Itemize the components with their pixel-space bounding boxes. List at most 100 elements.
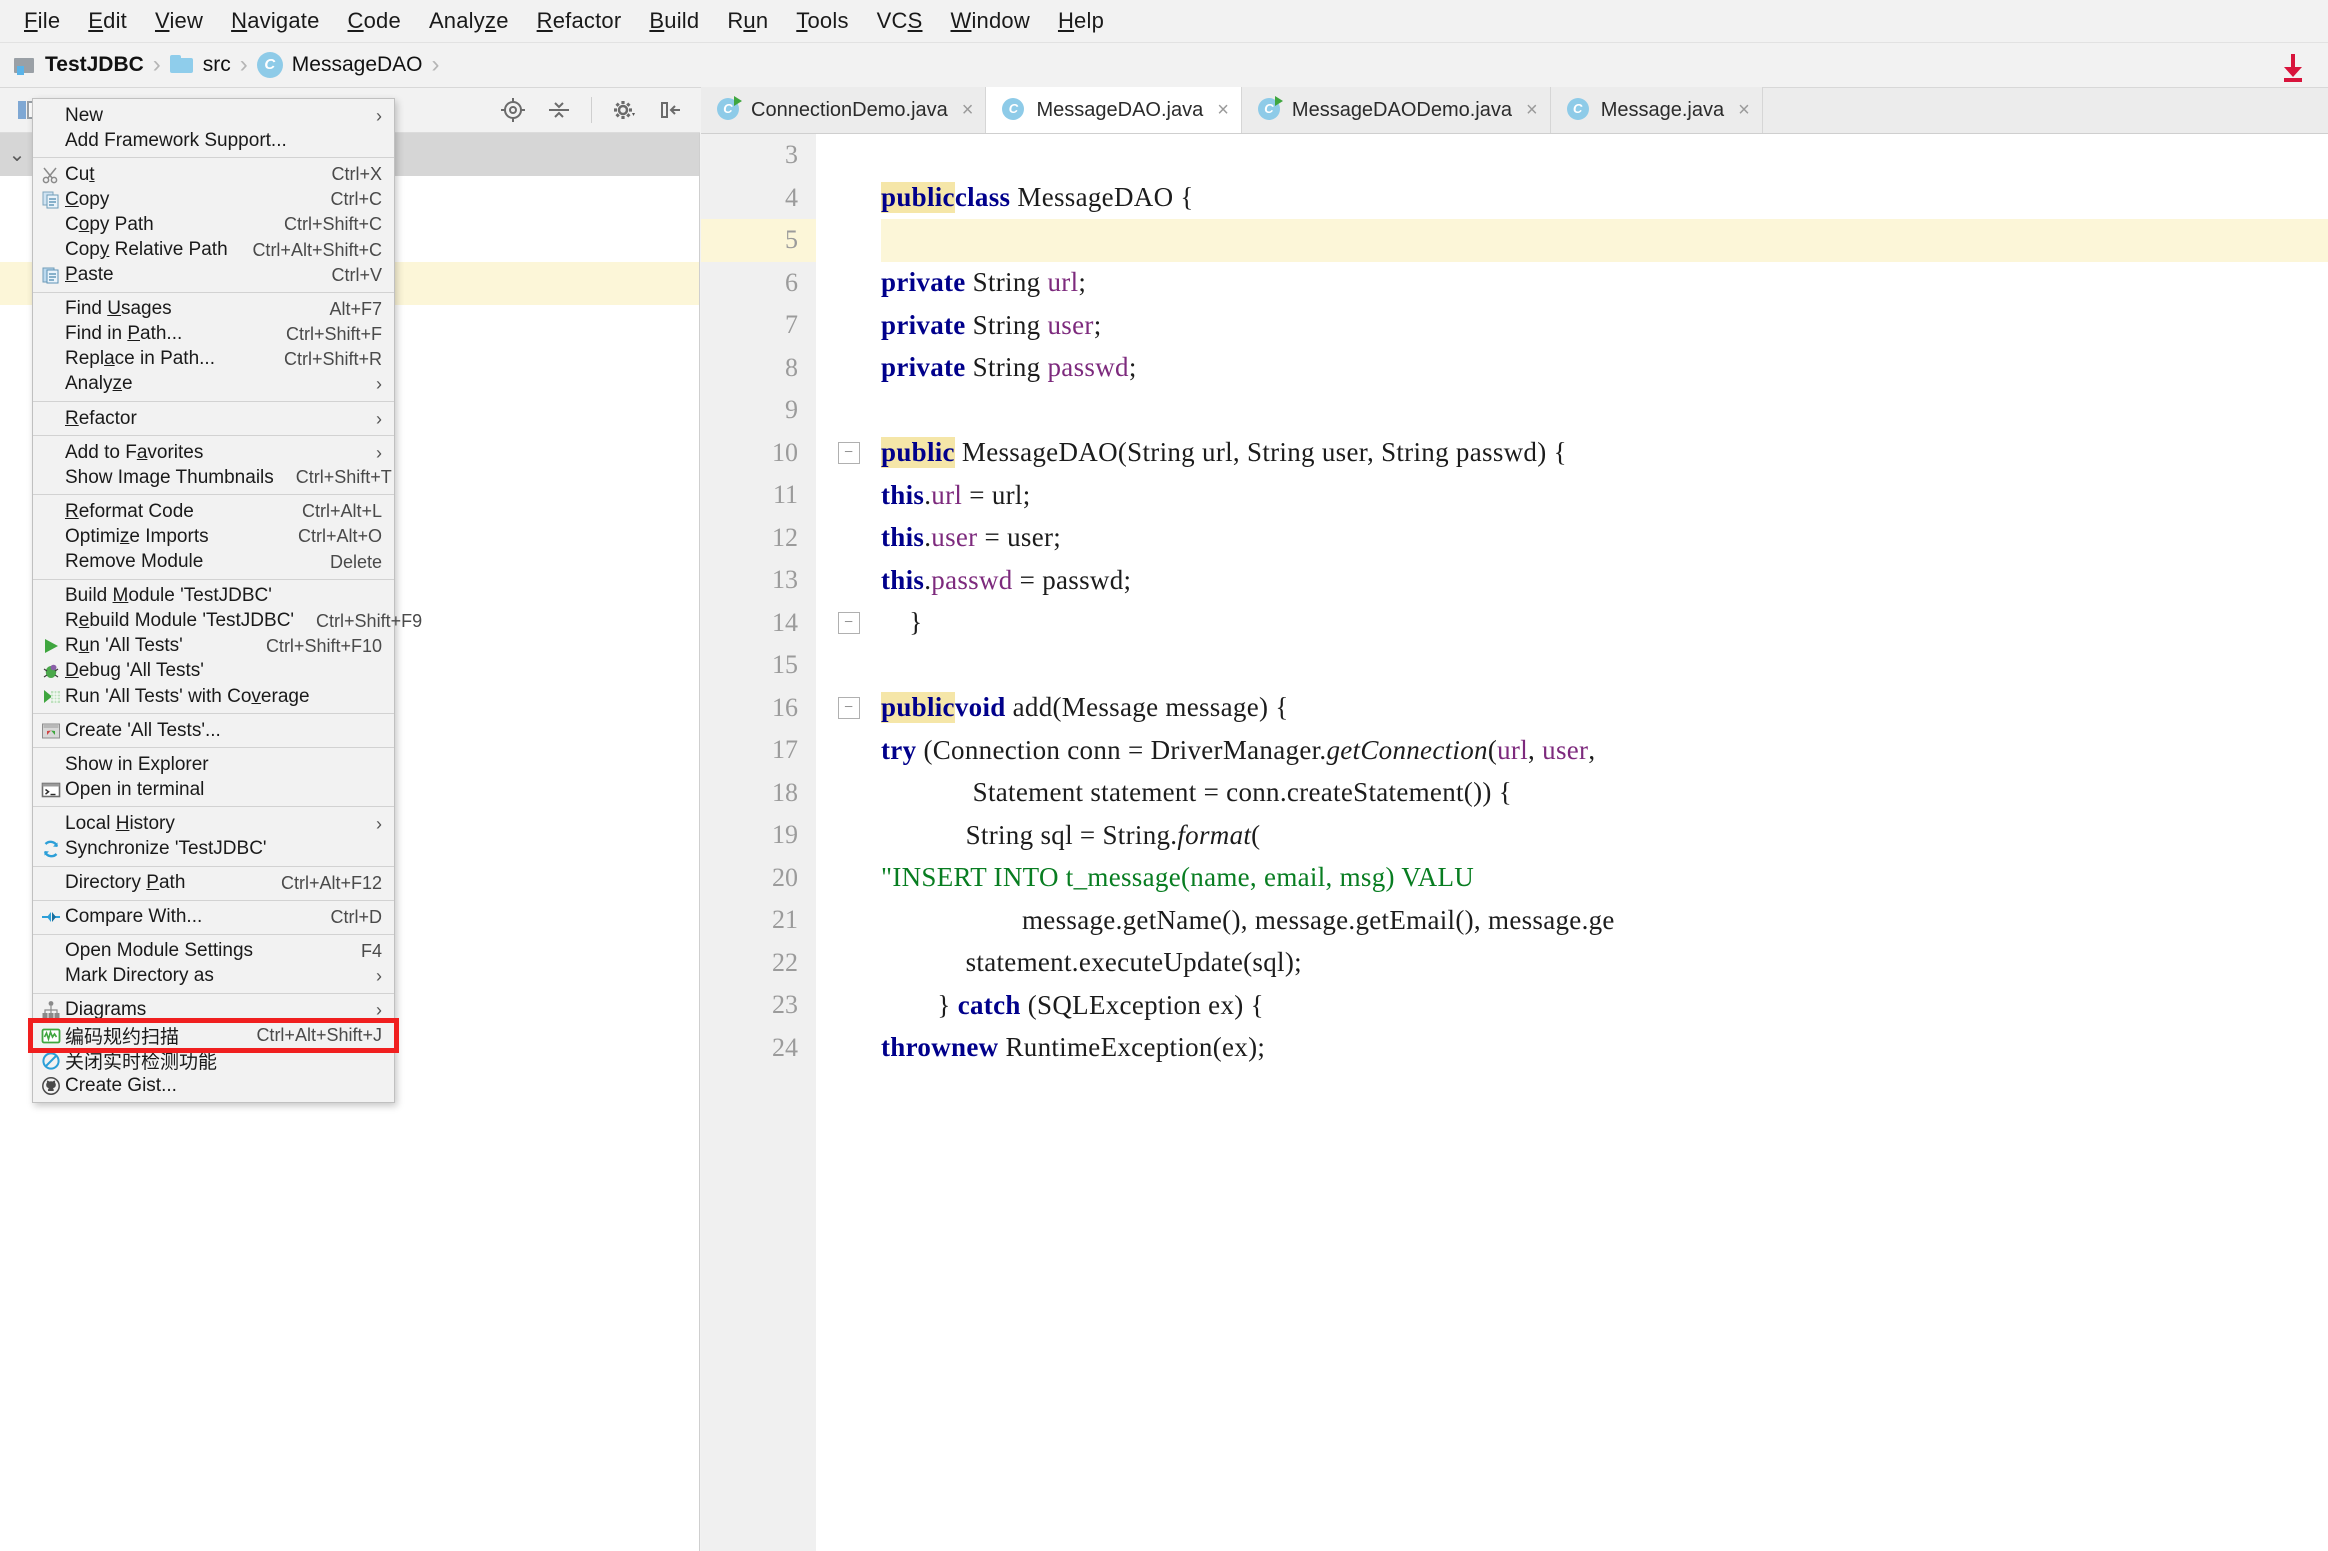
fold-marker-cell[interactable] [816,984,881,1027]
fold-marker-cell[interactable] [816,516,881,559]
context-menu-item-create-all-tests[interactable]: Create 'All Tests'... [33,718,394,743]
fold-collapse-icon[interactable]: − [837,696,860,719]
menubar-item-analyze[interactable]: Analyze [415,6,523,36]
code-editor[interactable]: 3 4 public class MessageDAO {5 6 private … [701,134,2328,1551]
context-menu-item-find-in-path[interactable]: Find in Path... Ctrl+Shift+F [33,322,394,347]
fold-marker-cell[interactable] [816,814,881,857]
close-icon[interactable]: × [1217,99,1229,122]
context-menu-item-run-all-tests[interactable]: Run 'All Tests' Ctrl+Shift+F10 [33,634,394,659]
context-menu-item-refactor[interactable]: Refactor › [33,406,394,431]
context-menu-item-diagrams[interactable]: Diagrams › [33,998,394,1023]
menubar-item-file[interactable]: File [10,6,74,36]
context-menu-item-mark-directory-as[interactable]: Mark Directory as › [33,964,394,989]
fold-marker-cell[interactable]: − [816,431,881,474]
fold-marker-cell[interactable] [816,261,881,304]
close-icon[interactable]: × [962,99,974,122]
menubar-item-run[interactable]: Run [713,6,782,36]
context-menu-item-analyze[interactable]: Analyze › [33,372,394,397]
fold-marker-cell[interactable] [816,474,881,517]
chevron-down-icon[interactable]: ⌄ [6,144,28,166]
context-menu-item-show-image-thumbnails[interactable]: Show Image Thumbnails Ctrl+Shift+T [33,465,394,490]
editor-tab-connectiondemo[interactable]: C ConnectionDemo.java × [701,87,987,133]
fold-marker-cell[interactable] [816,304,881,347]
fold-marker-cell[interactable] [816,1026,881,1069]
context-menu-item-directory-path[interactable]: Directory Path Ctrl+Alt+F12 [33,871,394,896]
fold-collapse-icon[interactable]: − [837,441,860,464]
context-menu-item-new[interactable]: New › [33,103,394,128]
menubar-item-view[interactable]: View [141,6,217,36]
context-menu-item-remove-module[interactable]: Remove Module Delete [33,550,394,575]
context-menu-item-label: Analyze [65,373,133,395]
line-number: 7 [701,304,816,347]
context-menu-item-copy-path[interactable]: Copy Path Ctrl+Shift+C [33,212,394,237]
menu-separator [33,806,394,808]
context-menu-item-replace-in-path[interactable]: Replace in Path... Ctrl+Shift+R [33,347,394,372]
context-menu-item-copy-relative-path[interactable]: Copy Relative Path Ctrl+Alt+Shift+C [33,237,394,262]
context-menu-item-find-usages[interactable]: Find Usages Alt+F7 [33,297,394,322]
context-menu-item-open-module-settings[interactable]: Open Module Settings F4 [33,939,394,964]
breadcrumb-item-messagedao[interactable]: C MessageDAO [256,43,423,87]
context-menu-item-item[interactable]: 编码规约扫描 Ctrl+Alt+Shift+J [28,1017,399,1054]
context-menu-item-label: Remove Module [65,551,204,573]
context-menu-item-show-in-explorer[interactable]: Show in Explorer [33,752,394,777]
code-line: 9 [701,389,2328,432]
menubar-item-vcs[interactable]: VCS [863,6,937,36]
context-menu-item-cut[interactable]: Cut Ctrl+X [33,162,394,187]
fold-marker-cell[interactable] [816,856,881,899]
menubar-item-refactor[interactable]: Refactor [523,6,636,36]
context-menu-item-label: Synchronize 'TestJDBC' [65,837,267,859]
context-menu-item-add-to-favorites[interactable]: Add to Favorites › [33,440,394,465]
locate-icon[interactable] [499,96,527,124]
menubar-item-edit[interactable]: Edit [74,6,141,36]
fold-marker-cell[interactable] [816,176,881,219]
fold-collapse-end-icon[interactable]: − [837,611,860,634]
menubar-item-window[interactable]: Window [937,6,1044,36]
fold-marker-cell[interactable] [816,729,881,772]
context-menu-item-create-gist[interactable]: Create Gist... [33,1073,394,1098]
fold-marker-cell[interactable] [816,644,881,687]
fold-marker-cell[interactable] [816,389,881,432]
menubar-item-help[interactable]: Help [1044,6,1118,36]
editor-tab-messagedao[interactable]: C MessageDAO.java × [986,87,1242,133]
context-menu-item-run-all-tests-with-coverage[interactable]: Run 'All Tests' with Coverage [33,684,394,709]
context-menu-item-item[interactable]: 关闭实时检测功能 [33,1048,394,1073]
context-menu-item-optimize-imports[interactable]: Optimize Imports Ctrl+Alt+O [33,524,394,549]
context-menu-item-copy[interactable]: Copy Ctrl+C [33,187,394,212]
context-menu-item-synchronize-testjdbc[interactable]: Synchronize 'TestJDBC' [33,836,394,861]
breadcrumb-item-testjdbc[interactable]: TestJDBC [14,43,144,87]
project-context-menu[interactable]: New › Add Framework Support... Cut Ctrl+X Cop… [28,98,422,1104]
menubar-item-navigate[interactable]: Navigate [217,6,333,36]
editor-tab-messagedaodemo[interactable]: C MessageDAODemo.java × [1241,87,1551,133]
code-line: 20 "INSERT INTO t_message(name, email, m… [701,856,2328,899]
menubar-item-tools[interactable]: Tools [782,6,862,36]
close-icon[interactable]: × [1738,99,1750,122]
line-number: 18 [701,771,816,814]
settings-gear-icon[interactable] [610,96,638,124]
context-menu-item-local-history[interactable]: Local History › [33,811,394,836]
fold-marker-cell[interactable] [816,219,881,262]
collapse-all-icon[interactable] [545,96,573,124]
editor-tab-message[interactable]: C Message.java × [1550,87,1763,133]
context-menu-item-compare-with[interactable]: Compare With... Ctrl+D [33,905,394,930]
context-menu-item-build-module-testjdbc[interactable]: Build Module 'TestJDBC' [33,584,394,609]
download-icon[interactable] [2276,50,2310,84]
context-menu-item-debug-all-tests[interactable]: Debug 'All Tests' [33,659,394,684]
close-icon[interactable]: × [1526,99,1538,122]
context-menu-item-rebuild-module-testjdbc[interactable]: Rebuild Module 'TestJDBC' Ctrl+Shift+F9 [33,609,422,634]
fold-marker-cell[interactable] [816,134,881,177]
breadcrumb-item-src[interactable]: src [169,43,231,87]
fold-marker-cell[interactable]: − [816,601,881,644]
fold-marker-cell[interactable] [816,559,881,602]
fold-marker-cell[interactable] [816,899,881,942]
context-menu-item-reformat-code[interactable]: Reformat Code Ctrl+Alt+L [33,499,394,524]
fold-marker-cell[interactable] [816,771,881,814]
fold-marker-cell[interactable] [816,941,881,984]
context-menu-item-add-framework-support[interactable]: Add Framework Support... [33,128,394,153]
fold-marker-cell[interactable]: − [816,686,881,729]
hide-panel-icon[interactable] [656,96,684,124]
menubar-item-code[interactable]: Code [334,6,415,36]
fold-marker-cell[interactable] [816,346,881,389]
menubar-item-build[interactable]: Build [635,6,713,36]
context-menu-item-paste[interactable]: Paste Ctrl+V [33,263,394,288]
context-menu-item-open-in-terminal[interactable]: Open in terminal [33,777,394,802]
